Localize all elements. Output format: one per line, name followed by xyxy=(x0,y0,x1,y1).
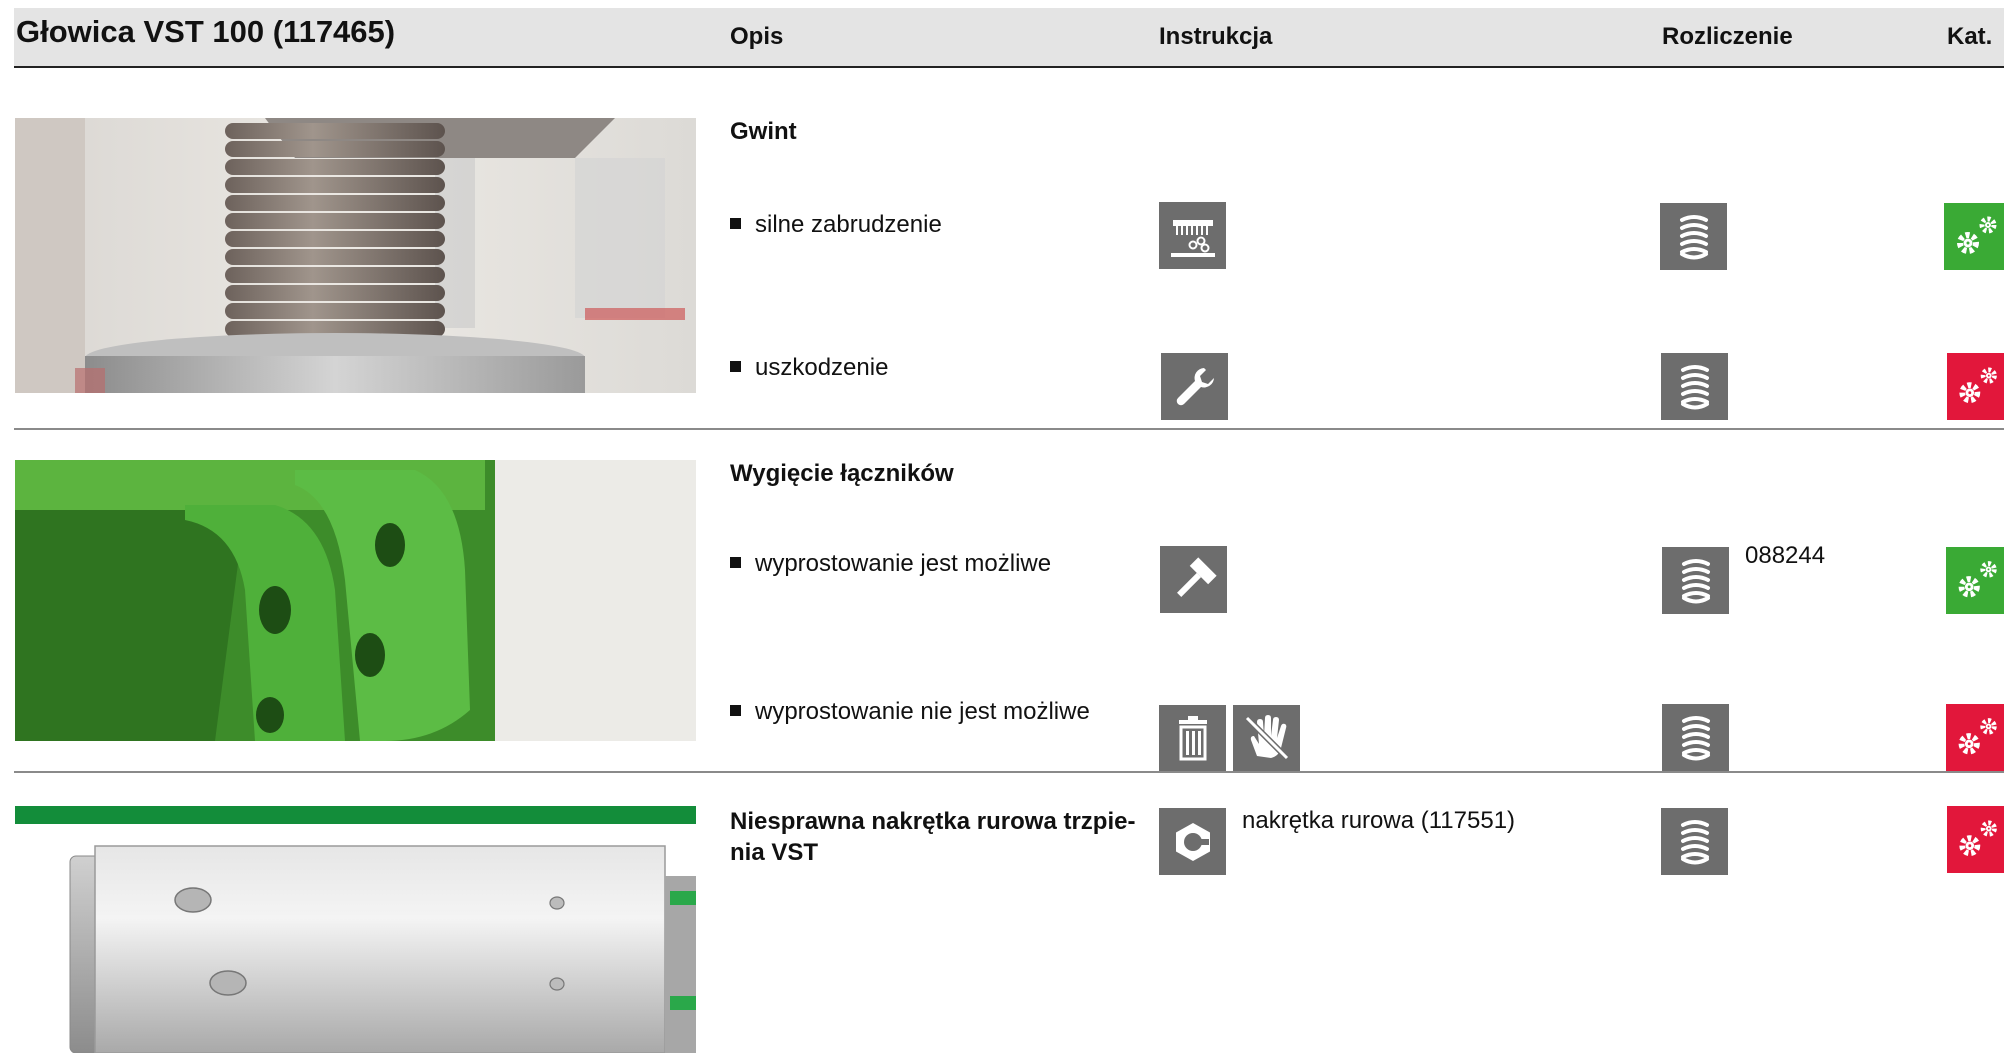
part-number: 088244 xyxy=(1745,542,1826,569)
column-header-opis: Opis xyxy=(730,23,784,50)
list-item: wyprostowanie jest możliwe xyxy=(730,550,1051,578)
cleaning-icon[interactable] xyxy=(1159,202,1226,269)
no-repair-hand-icon[interactable] xyxy=(1233,705,1300,771)
parts-stack-icon[interactable] xyxy=(1662,704,1729,771)
bullet-square-icon xyxy=(730,361,741,372)
bullet-square-icon xyxy=(730,557,741,568)
parts-stack-icon[interactable] xyxy=(1661,808,1728,875)
parts-stack-icon[interactable] xyxy=(1661,353,1728,420)
hammer-icon[interactable] xyxy=(1160,546,1227,613)
category-red-gears-icon[interactable] xyxy=(1947,353,2004,420)
thread-photo xyxy=(15,118,696,393)
hex-nut-icon[interactable] xyxy=(1159,808,1226,875)
list-item: silne zabrudzenie xyxy=(730,211,942,239)
section-heading-gwint: Gwint xyxy=(730,118,797,145)
parts-stack-icon[interactable] xyxy=(1660,203,1727,270)
section-heading-nakretka: Niesprawna nakrętka rurowa trzpie- nia V… xyxy=(730,808,1136,866)
list-item: wyprostowanie nie jest możliwe xyxy=(730,698,1090,726)
list-item: uszkodzenie xyxy=(730,354,888,382)
page-title: Głowica VST 100 (117465) xyxy=(16,14,396,49)
section-divider xyxy=(14,428,2004,430)
bullet-square-icon xyxy=(730,705,741,716)
category-green-gears-icon[interactable] xyxy=(1944,203,2004,270)
instruction-part-text: nakrętka rurowa (117551) xyxy=(1242,807,1516,834)
column-header-instrukcja: Instrukcja xyxy=(1159,23,1273,50)
wrench-icon[interactable] xyxy=(1161,353,1228,420)
bent-connectors-photo xyxy=(15,460,696,741)
column-header-rozliczenie: Rozliczenie xyxy=(1662,23,1793,50)
section-divider xyxy=(14,771,2004,773)
tube-nut-drawing xyxy=(15,836,696,1053)
bullet-square-icon xyxy=(730,218,741,229)
column-header-kat: Kat. xyxy=(1947,23,1993,50)
section-heading-wygiecie: Wygięcie łączników xyxy=(730,460,954,487)
category-red-gears-icon[interactable] xyxy=(1946,704,2004,771)
trash-icon[interactable] xyxy=(1159,705,1226,771)
section-color-bar xyxy=(15,806,696,824)
category-red-gears-icon[interactable] xyxy=(1947,806,2004,873)
parts-stack-icon[interactable] xyxy=(1662,547,1729,614)
category-green-gears-icon[interactable] xyxy=(1946,547,2004,614)
